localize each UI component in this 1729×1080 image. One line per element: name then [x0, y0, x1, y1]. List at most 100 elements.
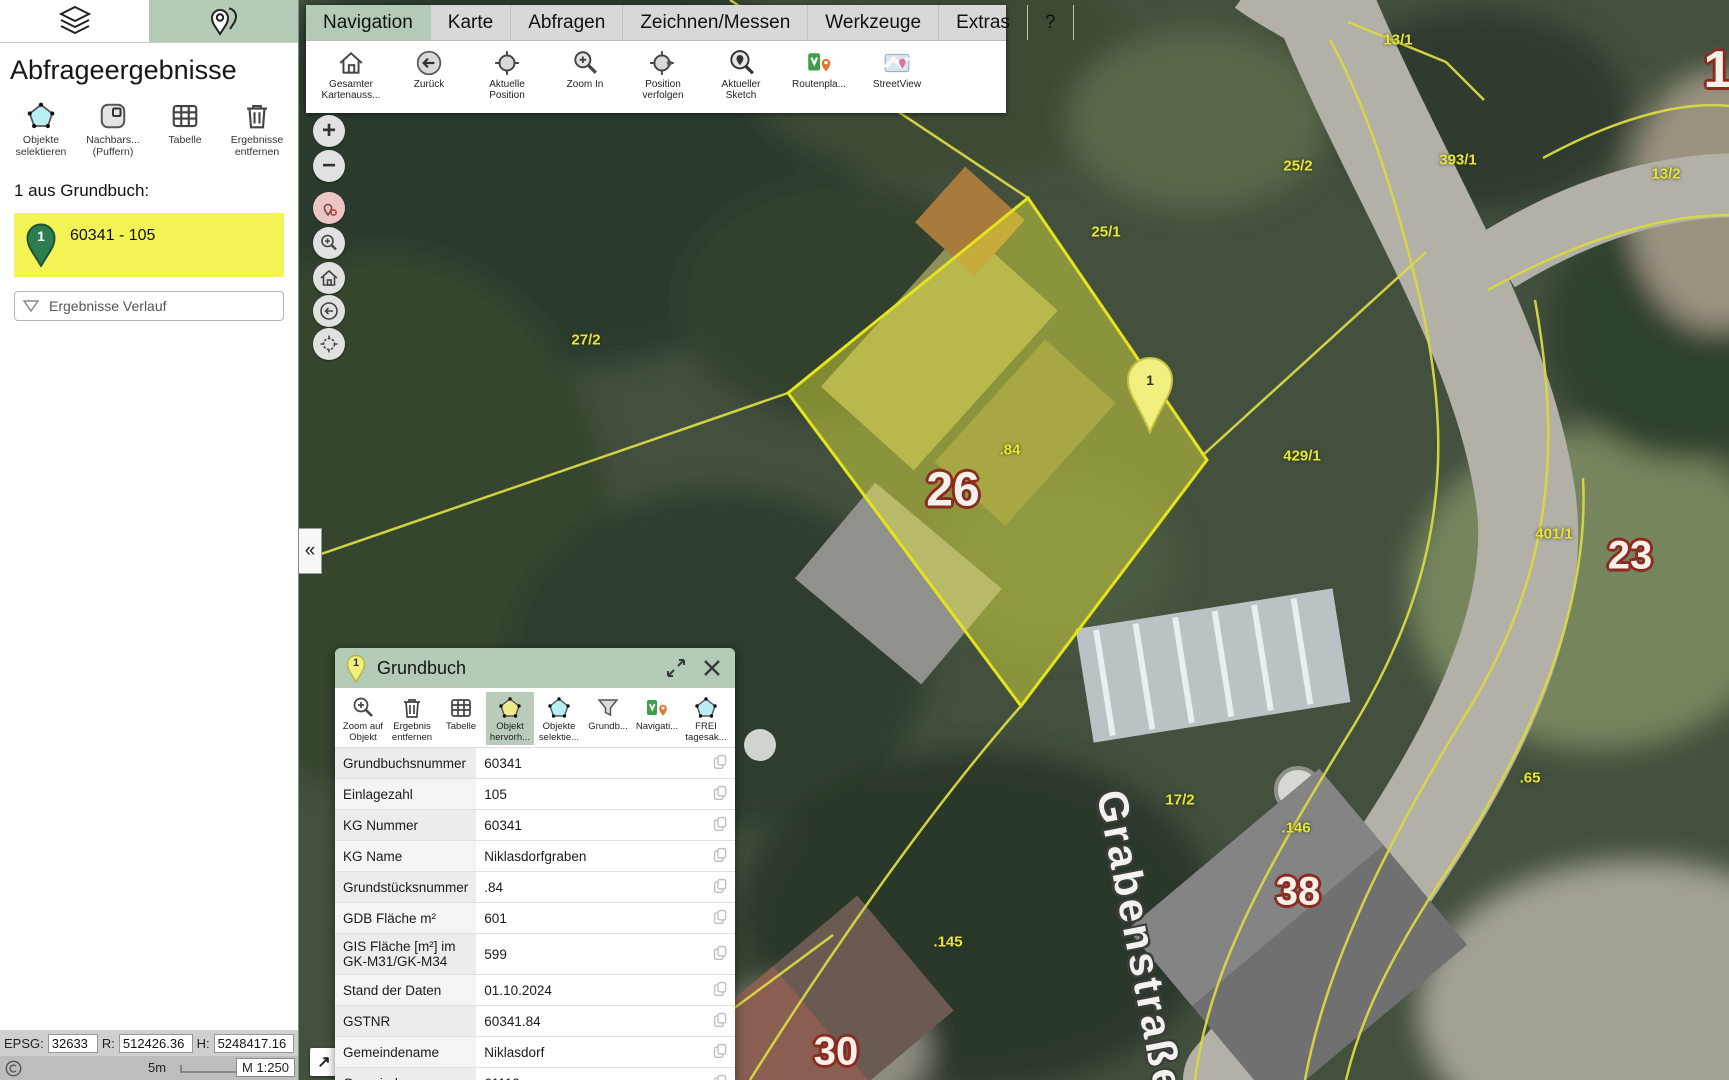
back-icon — [415, 49, 443, 77]
map-scale-input[interactable]: M 1:250 — [236, 1058, 295, 1077]
popup-header[interactable]: 1 Grundbuch — [335, 648, 735, 688]
menu-karte[interactable]: Karte — [431, 5, 511, 40]
highlight-polygon-icon — [498, 696, 522, 720]
table-row: GSTNR60341.84 — [335, 1006, 735, 1037]
map-zoom-out-button[interactable]: − — [313, 150, 345, 182]
table-row: Stand der Daten01.10.2024 — [335, 975, 735, 1006]
cell-value: 61110 — [476, 1068, 693, 1080]
epsg-label: EPSG: — [4, 1036, 44, 1051]
current-sketch-button[interactable]: Aktueller Sketch — [704, 43, 778, 113]
navigation-route-button[interactable]: Navigati... — [633, 692, 681, 745]
streetview-icon — [883, 49, 911, 77]
map-menu-panel: Navigation Karte Abfragen Zeichnen/Messe… — [306, 5, 1006, 113]
sidebar-tools: Objekte selektieren Nachbars... (Puffern… — [0, 90, 298, 165]
sketch-icon — [727, 49, 755, 77]
expand-map-button[interactable]: ↗ — [310, 1048, 338, 1076]
sidebar-tabbar — [0, 0, 298, 43]
copy-button[interactable] — [712, 753, 729, 770]
expand-icon — [665, 657, 687, 679]
home-icon — [319, 268, 339, 288]
popup-pin-icon: 1 — [345, 653, 367, 683]
copy-button[interactable] — [712, 944, 729, 961]
cell-value: 599 — [476, 934, 693, 975]
menu-abfragen[interactable]: Abfragen — [511, 5, 623, 40]
h-coordinate-input[interactable]: 5248417.16 — [214, 1034, 294, 1053]
navigation-toolbar: Gesamter Kartenauss... Zurück Aktuelle P… — [306, 41, 1006, 113]
table-row: Grundstücksnummer.84 — [335, 872, 735, 903]
r-coordinate-input[interactable]: 512426.36 — [119, 1034, 193, 1053]
popup-expand-button[interactable] — [663, 655, 689, 681]
current-position-button[interactable]: Aktuelle Position — [470, 43, 544, 113]
attribute-table: Grundbuchsnummer60341 Einlagezahl105 KG … — [335, 748, 735, 1080]
home-extent-button[interactable] — [313, 262, 345, 294]
result-item[interactable]: 1 60341 - 105 — [14, 213, 284, 277]
tab-query-results[interactable] — [149, 0, 298, 42]
copy-button[interactable] — [712, 1042, 729, 1059]
scalebar — [180, 1065, 242, 1073]
cell-value: 601 — [476, 903, 693, 934]
zoom-box-button[interactable] — [313, 227, 345, 259]
track-position-button[interactable]: Position verfolgen — [626, 43, 700, 113]
table-row: Gemeindenummer61110 — [335, 1068, 735, 1080]
tab-layers[interactable] — [0, 0, 149, 42]
table-view-button[interactable]: Tabelle — [437, 692, 485, 745]
popup-close-button[interactable] — [699, 655, 725, 681]
select-objects-button[interactable]: Objekte selektie... — [535, 692, 583, 745]
menu-werkzeuge[interactable]: Werkzeuge — [808, 5, 939, 40]
cell-value: Niklasdorf — [476, 1037, 693, 1068]
triangle-down-icon — [23, 300, 39, 312]
copy-button[interactable] — [712, 980, 729, 997]
previous-extent-button[interactable] — [313, 295, 345, 327]
route-icon — [805, 49, 833, 77]
copy-button[interactable] — [712, 1073, 729, 1080]
menu-zeichnen-messen[interactable]: Zeichnen/Messen — [623, 5, 808, 40]
sidebar-collapse-button[interactable]: « — [298, 528, 322, 574]
trash-icon — [242, 101, 272, 131]
map-viewport[interactable]: 13/1 393/1 25/2 13/2 25/1 27/2 429/1 401… — [298, 0, 1729, 1080]
copy-button[interactable] — [712, 1011, 729, 1028]
select-objects-button[interactable]: Objekte selektieren — [10, 100, 72, 159]
zoom-in-tool-button[interactable]: Zoom In — [548, 43, 622, 113]
filter-icon — [596, 696, 620, 720]
popup-toolbar: Zoom auf Objekt Ergebnis entfernen Tabel… — [335, 688, 735, 748]
copy-button[interactable] — [712, 815, 729, 832]
buffer-neighbors-button[interactable]: Nachbars... (Puffern) — [82, 100, 144, 159]
copy-button[interactable] — [712, 877, 729, 894]
r-label: R: — [102, 1036, 115, 1051]
menu-navigation[interactable]: Navigation — [306, 5, 431, 40]
results-history-toggle[interactable]: Ergebnisse Verlauf — [14, 291, 284, 321]
route-planner-button[interactable]: Routenpla... — [782, 43, 856, 113]
back-button[interactable]: Zurück — [392, 43, 466, 113]
house-number: 1 — [1704, 40, 1729, 100]
table-button[interactable]: Tabelle — [154, 100, 216, 159]
clear-marker-button[interactable] — [313, 192, 345, 224]
table-row: KG Nummer60341 — [335, 810, 735, 841]
cell-value: 105 — [476, 779, 693, 810]
menu-help[interactable]: ? — [1028, 5, 1074, 40]
status-bar: EPSG: 32633 R: 512426.36 H: 5248417.16 5… — [0, 1030, 298, 1080]
house-number: 30 — [814, 1030, 859, 1075]
remove-results-button[interactable]: Ergebnisse entfernen — [226, 100, 288, 159]
copy-button[interactable] — [712, 784, 729, 801]
result-count-label: 1 aus Grundbuch: — [0, 165, 298, 211]
map-zoom-in-button[interactable]: + — [313, 115, 345, 147]
cell-value: 60341 — [476, 748, 693, 779]
close-icon — [701, 657, 723, 679]
menu-extras[interactable]: Extras — [939, 5, 1028, 40]
streetview-button[interactable]: StreetView — [860, 43, 934, 113]
zoom-to-object-button[interactable]: Zoom auf Objekt — [339, 692, 387, 745]
highlight-object-button[interactable]: Objekt hervorh... — [486, 692, 534, 745]
locate-crosshair-icon — [319, 334, 339, 354]
locate-button[interactable] — [313, 328, 345, 360]
grundbuch-filter-button[interactable]: Grundb... — [584, 692, 632, 745]
menu-bar: Navigation Karte Abfragen Zeichnen/Messe… — [306, 5, 1006, 41]
epsg-input[interactable]: 32633 — [48, 1034, 98, 1053]
full-extent-button[interactable]: Gesamter Kartenauss... — [314, 43, 388, 113]
copyright-icon[interactable] — [5, 1060, 22, 1077]
copy-button[interactable] — [712, 846, 729, 863]
free-polygon-button[interactable]: FREI tagesak... — [682, 692, 730, 745]
table-row: GDB Fläche m²601 — [335, 903, 735, 934]
remove-result-button[interactable]: Ergebnis entfernen — [388, 692, 436, 745]
copy-button[interactable] — [712, 908, 729, 925]
cell-value: 60341 — [476, 810, 693, 841]
